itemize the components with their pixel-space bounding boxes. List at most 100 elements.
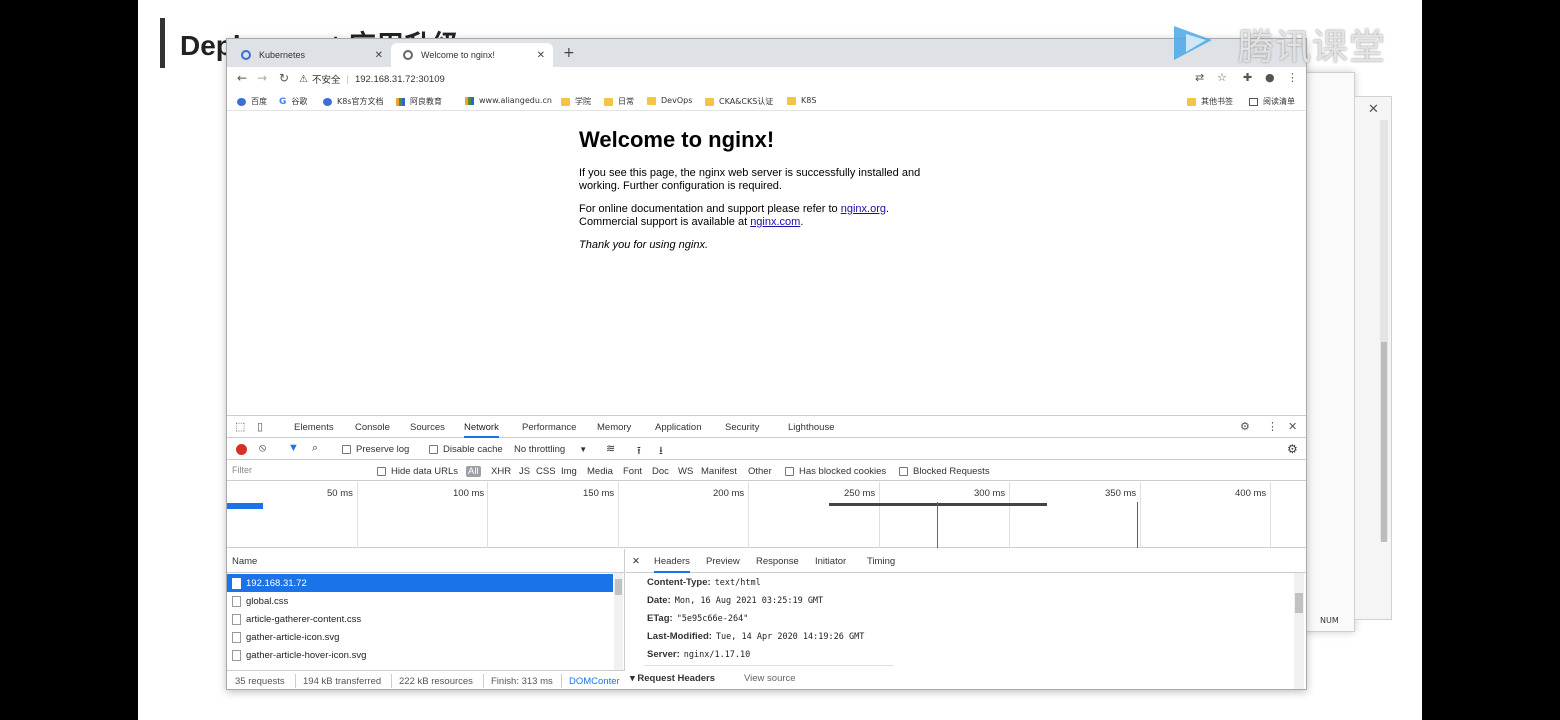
has-blocked-cookies-checkbox[interactable]: Has blocked cookies <box>785 466 886 477</box>
domcontentloaded-time: DOMConter <box>569 676 620 687</box>
more-icon[interactable]: ⋮ <box>1267 420 1278 433</box>
thanks-text: Thank you for using nginx. <box>579 239 709 251</box>
bookmark-folder-cka[interactable]: CKA&CKS认证 <box>705 96 773 107</box>
network-overview-timeline[interactable]: 50 ms 100 ms 150 ms 200 ms 250 ms 300 ms… <box>227 482 1306 548</box>
filter-type-font[interactable]: Font <box>623 466 642 477</box>
header-name: Date: <box>647 595 671 606</box>
filter-icon[interactable]: ▼ <box>288 442 299 454</box>
filter-type-css[interactable]: CSS <box>536 466 556 477</box>
filter-type-xhr[interactable]: XHR <box>491 466 511 477</box>
filter-type-js[interactable]: JS <box>519 466 530 477</box>
bookmark-folder-xueyuan[interactable]: 学院 <box>561 96 591 107</box>
view-source-link[interactable]: View source <box>744 673 796 684</box>
upload-icon[interactable]: ⭱ <box>637 442 641 461</box>
disable-cache-checkbox[interactable]: Disable cache <box>429 444 503 455</box>
tab-lighthouse[interactable]: Lighthouse <box>788 422 834 433</box>
checkbox[interactable] <box>785 467 794 476</box>
close-icon[interactable]: ✕ <box>537 50 545 61</box>
close-icon[interactable]: ✕ <box>375 50 383 61</box>
requests-scroll-thumb[interactable] <box>615 579 622 595</box>
tab-initiator[interactable]: Initiator <box>815 556 846 567</box>
checkbox[interactable] <box>899 467 908 476</box>
close-icon[interactable]: ✕ <box>1368 102 1379 117</box>
divider <box>295 674 296 688</box>
star-icon[interactable]: ☆ <box>1217 71 1227 84</box>
gear-icon[interactable]: ⚙ <box>1287 442 1298 456</box>
filter-type-ws[interactable]: WS <box>678 466 693 477</box>
tab-welcome-nginx[interactable]: Welcome to nginx! ✕ <box>391 43 553 67</box>
clear-icon[interactable]: ⦸ <box>259 442 266 455</box>
throttling-select[interactable]: No throttling ▼ <box>514 444 587 455</box>
request-row[interactable]: 192.168.31.72 <box>227 574 613 592</box>
detail-scrollbar[interactable] <box>1294 573 1304 689</box>
bookmark-aliang[interactable]: 阿良教育 <box>396 96 442 107</box>
tab-memory[interactable]: Memory <box>597 422 631 433</box>
tab-performance[interactable]: Performance <box>522 422 576 433</box>
request-row[interactable]: gather-article-hover-icon.svg <box>227 646 613 664</box>
search-icon[interactable]: ⌕ <box>312 442 318 455</box>
address-bar[interactable]: ⚠ 不安全 | 192.168.31.72:30109 <box>299 69 1199 89</box>
tab-security[interactable]: Security <box>725 422 759 433</box>
preserve-log-checkbox[interactable]: Preserve log <box>342 444 409 455</box>
tab-sources[interactable]: Sources <box>410 422 445 433</box>
back-icon[interactable]: ← <box>237 71 247 85</box>
inspect-icon[interactable]: ⬚ <box>235 420 245 433</box>
translate-icon[interactable]: ⇄ <box>1195 71 1204 84</box>
network-status-bar: 35 requests 194 kB transferred 222 kB re… <box>227 670 625 689</box>
bookmark-google[interactable]: G 谷歌 <box>279 96 307 107</box>
hide-data-urls-checkbox[interactable]: Hide data URLs <box>377 466 458 477</box>
request-headers-section[interactable]: ▾ Request Headers <box>630 673 715 684</box>
tab-kubernetes[interactable]: Kubernetes ✕ <box>229 43 391 67</box>
filter-input[interactable]: Filter <box>232 465 252 475</box>
background-window-scroll-thumb[interactable] <box>1381 342 1387 542</box>
name-column-header[interactable]: Name <box>227 549 624 573</box>
bookmark-other[interactable]: 其他书签 <box>1187 96 1233 107</box>
tab-timing[interactable]: Timing <box>867 556 895 567</box>
checkbox[interactable] <box>429 445 438 454</box>
filter-type-media[interactable]: Media <box>587 466 613 477</box>
record-icon[interactable] <box>236 444 247 455</box>
bookmark-aliangedu[interactable]: www.aliangedu.cn <box>465 96 552 105</box>
gear-icon[interactable]: ⚙ <box>1240 420 1250 433</box>
docs-paragraph: For online documentation and support ple… <box>579 203 939 229</box>
bookmark-folder-devops[interactable]: DevOps <box>647 96 692 105</box>
reading-list[interactable]: 阅读清单 <box>1249 96 1295 107</box>
filter-type-other[interactable]: Other <box>748 466 772 477</box>
tab-console[interactable]: Console <box>355 422 390 433</box>
tab-elements[interactable]: Elements <box>294 422 334 433</box>
nginx-com-link[interactable]: nginx.com <box>750 216 800 228</box>
device-toggle-icon[interactable]: ▯ <box>257 420 263 433</box>
close-icon[interactable]: ✕ <box>1288 420 1297 433</box>
close-icon[interactable]: ✕ <box>632 556 640 567</box>
filter-type-img[interactable]: Img <box>561 466 577 477</box>
reload-icon[interactable]: ↻ <box>279 71 289 85</box>
filter-type-manifest[interactable]: Manifest <box>701 466 737 477</box>
bookmark-k8s-docs[interactable]: K8s官方文档 <box>323 96 384 107</box>
tab-network[interactable]: Network <box>464 422 499 438</box>
filter-type-all[interactable]: All <box>466 466 481 477</box>
download-icon[interactable]: ⭳ <box>659 442 663 461</box>
profile-icon[interactable]: ● <box>1265 71 1275 84</box>
blocked-requests-checkbox[interactable]: Blocked Requests <box>899 466 990 477</box>
checkbox[interactable] <box>342 445 351 454</box>
request-row[interactable]: article-gatherer-content.css <box>227 610 613 628</box>
bookmark-folder-richang[interactable]: 日常 <box>604 96 634 107</box>
nginx-org-link[interactable]: nginx.org <box>841 203 886 215</box>
tab-application[interactable]: Application <box>655 422 701 433</box>
tab-response[interactable]: Response <box>756 556 799 567</box>
tab-preview[interactable]: Preview <box>706 556 740 567</box>
tab-headers[interactable]: Headers <box>654 556 690 573</box>
detail-scroll-thumb[interactable] <box>1295 593 1303 613</box>
request-row[interactable]: global.css <box>227 592 613 610</box>
filter-type-doc[interactable]: Doc <box>652 466 669 477</box>
bookmark-baidu[interactable]: 百度 <box>237 96 267 107</box>
new-tab-button[interactable]: + <box>563 45 575 61</box>
request-row[interactable]: gather-article-icon.svg <box>227 628 613 646</box>
extensions-icon[interactable]: ✚ <box>1243 71 1252 84</box>
checkbox[interactable] <box>377 467 386 476</box>
forward-icon[interactable]: → <box>257 71 267 85</box>
wifi-icon[interactable]: ≋ <box>606 442 615 455</box>
menu-icon[interactable]: ⋮ <box>1287 71 1298 84</box>
warning-icon: ⚠ <box>299 73 308 85</box>
bookmark-folder-k8s[interactable]: K8S <box>787 96 816 105</box>
